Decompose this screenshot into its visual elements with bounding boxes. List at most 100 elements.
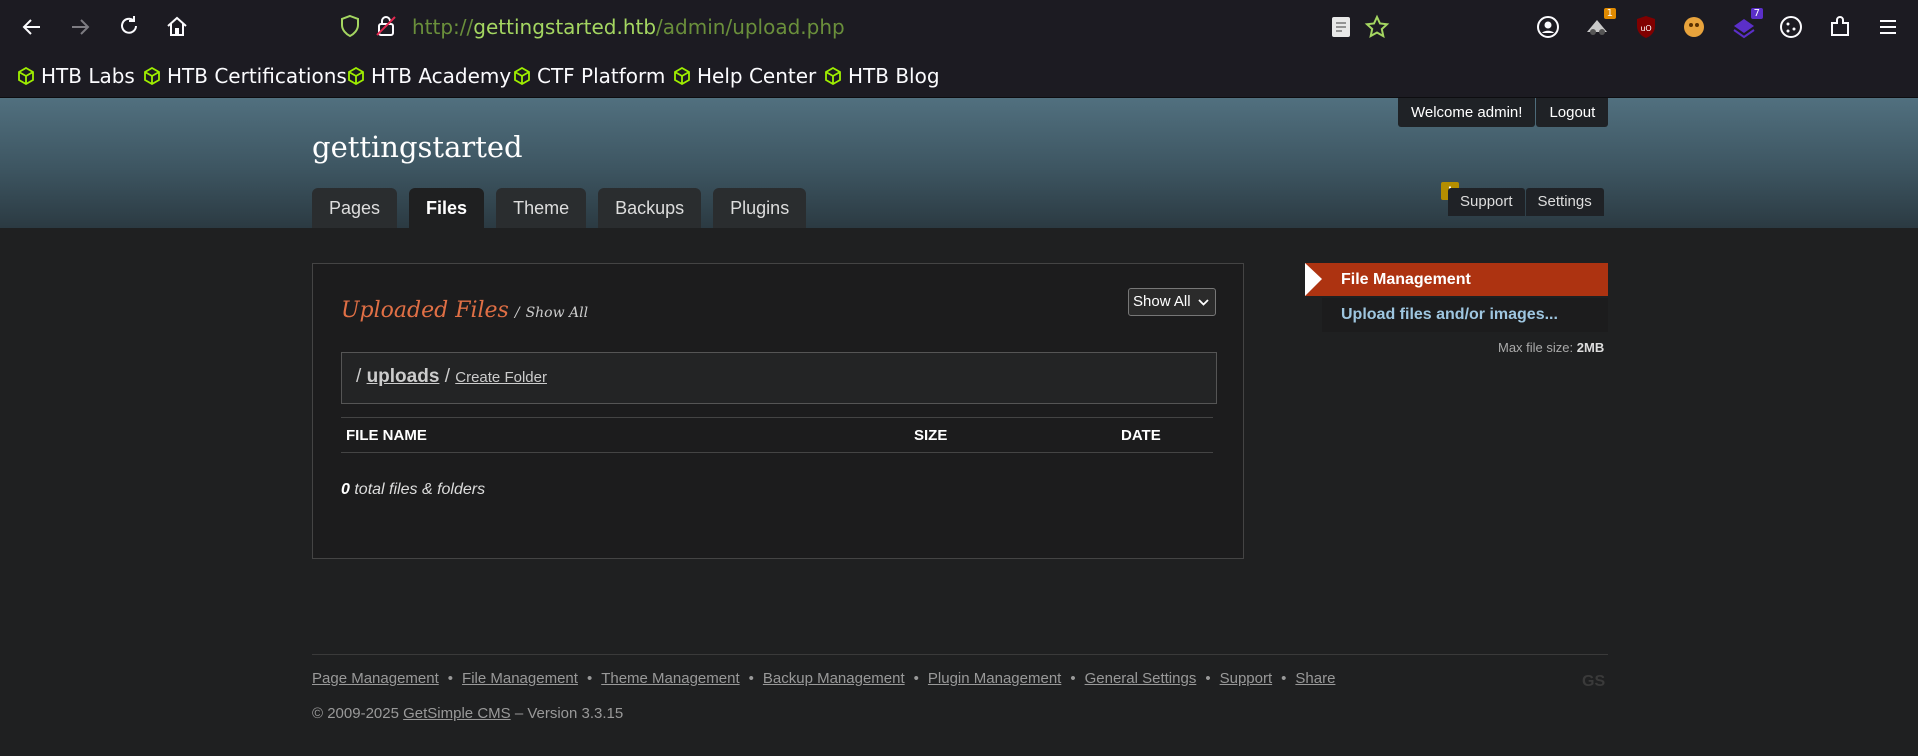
tab-files[interactable]: Files	[409, 188, 485, 228]
path-root: /	[356, 366, 362, 387]
extension-icon-4[interactable]: 7	[1731, 8, 1763, 40]
bookmark-htb-certifications[interactable]: HTB Certifications	[143, 63, 347, 89]
tab-theme[interactable]: Theme	[496, 188, 587, 228]
site-title[interactable]: gettingstarted	[312, 130, 523, 164]
copyright: © 2009-2025 GetSimple CMS – Version 3.3.…	[312, 705, 623, 722]
footer-link-backup-management[interactable]: Backup Management	[763, 670, 905, 687]
total-files-count: 0 total files & folders	[341, 481, 485, 499]
reload-icon[interactable]	[115, 13, 143, 41]
account-icon[interactable]	[1535, 14, 1561, 40]
bookmark-htb-labs[interactable]: HTB Labs	[17, 63, 135, 89]
ublock-icon[interactable]: uO	[1633, 14, 1659, 40]
url-bar[interactable]: http://gettingstarted.htb/admin/upload.p…	[330, 8, 1410, 46]
sidebar-item-file-management[interactable]: File Management	[1305, 263, 1608, 296]
version-text: – Version 3.3.15	[514, 705, 624, 722]
url-scheme: http://	[412, 15, 474, 39]
column-header-file-name[interactable]: FILE NAME	[346, 427, 427, 444]
create-folder-link[interactable]: Create Folder	[455, 369, 547, 386]
extension-icon-1[interactable]: 1	[1584, 8, 1616, 40]
bookmark-label: HTB Labs	[41, 64, 135, 88]
footer-link-support[interactable]: Support	[1220, 670, 1273, 687]
cube-icon	[514, 67, 530, 85]
cookie-icon[interactable]	[1778, 14, 1804, 40]
bookmark-help-center[interactable]: Help Center	[673, 63, 816, 89]
url-domain: gettingstarted.htb	[473, 15, 657, 39]
footer-divider	[312, 654, 1608, 655]
title-separator: /	[514, 305, 520, 321]
show-all-link[interactable]: Show All	[526, 305, 589, 321]
url-path: /admin/upload.php	[656, 15, 845, 39]
browser-toolbar: http://gettingstarted.htb/admin/upload.p…	[0, 0, 1918, 54]
bookmark-htb-blog[interactable]: HTB Blog	[824, 63, 940, 89]
path-separator: /	[444, 366, 450, 387]
total-count-label: total files & folders	[354, 481, 486, 498]
tab-backups[interactable]: Backups	[598, 188, 702, 228]
getsimple-logo[interactable]: GS	[1582, 673, 1605, 691]
welcome-button[interactable]: Welcome admin!	[1398, 98, 1536, 127]
cube-icon	[18, 67, 34, 85]
max-file-size: Max file size: 2MB	[1498, 340, 1604, 355]
sidebar-item-upload-files[interactable]: Upload files and/or images...	[1322, 298, 1608, 332]
bookmark-label: HTB Academy	[371, 64, 512, 88]
max-file-size-label: Max file size:	[1498, 340, 1574, 355]
footer-dot: •	[1281, 670, 1287, 687]
footer-dot: •	[913, 670, 919, 687]
bookmark-ctf-platform[interactable]: CTF Platform	[513, 63, 665, 89]
svg-text:uO: uO	[1640, 24, 1651, 33]
bookmark-star-icon[interactable]	[1364, 14, 1390, 40]
cube-icon	[674, 67, 690, 85]
folder-link-uploads[interactable]: uploads	[367, 366, 440, 387]
extensions-icon[interactable]	[1827, 14, 1853, 40]
chevron-down-icon	[1198, 289, 1209, 324]
site-header: gettingstarted Welcome admin! Logout Pag…	[0, 98, 1918, 228]
bookmark-label: CTF Platform	[537, 64, 666, 88]
getsimple-cms-link[interactable]: GetSimple CMS	[403, 705, 511, 722]
bookmark-label: HTB Blog	[848, 64, 940, 88]
copyright-years: © 2009-2025	[312, 705, 399, 722]
panel-heading: Uploaded Files	[341, 298, 509, 323]
bookmarks-bar: HTB Labs HTB Certifications HTB Academy …	[0, 54, 1918, 98]
tab-support[interactable]: Support	[1448, 188, 1525, 216]
logout-button[interactable]: Logout	[1536, 98, 1609, 127]
bookmark-htb-academy[interactable]: HTB Academy	[347, 63, 511, 89]
footer-dot: •	[447, 670, 454, 687]
total-count-value: 0	[341, 481, 350, 498]
footer-dot: •	[586, 670, 593, 687]
extension-badge: 1	[1603, 8, 1616, 19]
uploaded-files-panel: Uploaded Files / Show All Show All / uploa…	[312, 263, 1244, 559]
column-header-size[interactable]: SIZE	[914, 427, 947, 444]
column-header-date[interactable]: DATE	[1121, 427, 1161, 444]
back-icon[interactable]	[18, 13, 46, 41]
tab-pages[interactable]: Pages	[312, 188, 398, 228]
footer-link-file-management[interactable]: File Management	[462, 670, 578, 687]
tab-settings[interactable]: Settings	[1525, 188, 1604, 216]
menu-icon[interactable]	[1875, 14, 1901, 40]
footer-link-share[interactable]: Share	[1295, 670, 1335, 687]
footer-dot: •	[748, 670, 754, 687]
footer-links: Page Management • File Management • Theme …	[312, 670, 1335, 687]
footer-link-page-management[interactable]: Page Management	[312, 670, 439, 687]
panel-title: Uploaded Files / Show All	[341, 298, 588, 323]
home-icon[interactable]	[163, 13, 191, 41]
footer-link-theme-management[interactable]: Theme Management	[601, 670, 739, 687]
bookmark-label: HTB Certifications	[167, 64, 347, 88]
footer-dot: •	[1070, 670, 1076, 687]
file-type-filter-select[interactable]: Show All	[1128, 288, 1216, 316]
tab-plugins[interactable]: Plugins	[713, 188, 807, 228]
footer-link-general-settings[interactable]: General Settings	[1085, 670, 1197, 687]
insecure-lock-icon[interactable]	[374, 14, 398, 38]
tracking-shield-icon[interactable]	[338, 14, 362, 38]
extension-icon-3[interactable]	[1681, 14, 1707, 40]
max-file-size-value: 2MB	[1576, 340, 1605, 355]
url-text[interactable]: http://gettingstarted.htb/admin/upload.p…	[412, 15, 845, 39]
breadcrumb: / uploads / Create Folder	[341, 352, 1217, 404]
footer-link-plugin-management[interactable]: Plugin Management	[928, 670, 1061, 687]
user-controls: Welcome admin! Logout	[1398, 98, 1609, 127]
bookmark-label: Help Center	[697, 64, 817, 88]
reader-icon[interactable]	[1328, 14, 1354, 40]
extension-badge: 7	[1750, 8, 1763, 19]
cube-icon	[825, 67, 841, 85]
footer-dot: •	[1205, 670, 1211, 687]
forward-icon[interactable]	[66, 13, 94, 41]
main-tabs: Pages Files Theme Backups Plugins	[312, 188, 807, 228]
